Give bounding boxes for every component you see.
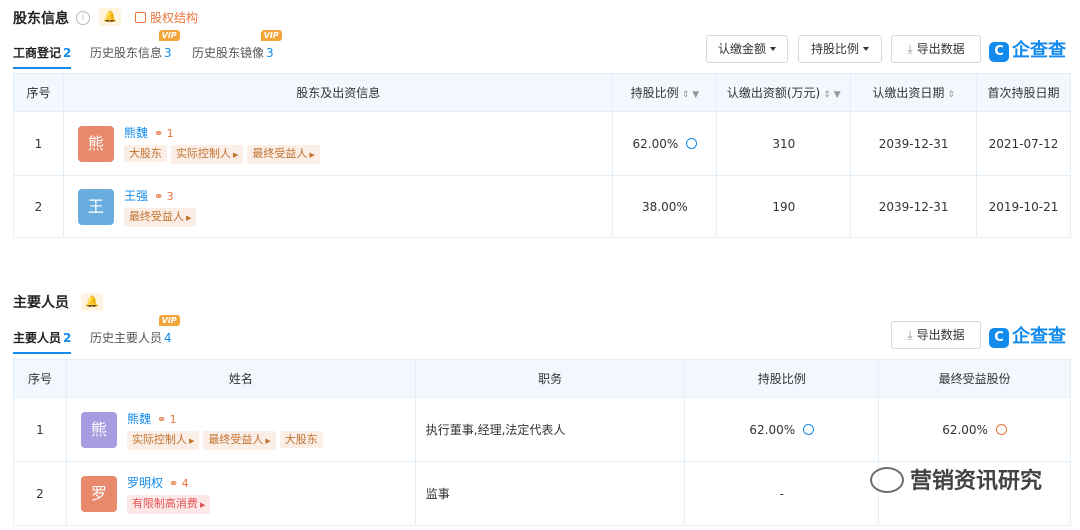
shareholders-title: 股东信息 [13, 11, 69, 27]
col-ratio: 持股比例 [684, 359, 880, 398]
vip-badge: VIP [158, 30, 180, 41]
tag-beneficiary[interactable]: 最终受益人 ▶ [203, 430, 276, 450]
col-benefit: 最终受益股份 [878, 359, 1071, 398]
tab-history-shareholder-mirror[interactable]: 历史股东镜像 3 VIP [192, 30, 282, 61]
person-name-link[interactable]: 罗明权 [127, 476, 163, 490]
relation-count[interactable]: ⚭ 1 [157, 413, 177, 426]
col-index: 序号 [13, 359, 67, 398]
shareholder-name-link[interactable]: 熊魏 [124, 126, 148, 140]
bell-icon[interactable]: 🔔 [81, 293, 103, 311]
info-icon[interactable]: i [76, 11, 90, 25]
tab-business-registration[interactable]: 工商登记 2 [13, 44, 72, 69]
download-icon: ⤓ [907, 328, 913, 342]
personnel-table: 序号 姓名 职务 持股比例 最终受益股份 1 熊 熊魏 ⚭ 1 实际控制人 ▶ 最终受… [13, 359, 1071, 526]
avatar: 罗 [80, 475, 117, 512]
chevron-down-icon [770, 47, 776, 51]
benefit-icon[interactable] [995, 423, 1007, 435]
col-ratio[interactable]: 持股比例 ⇕ ▼ [612, 73, 718, 112]
pie-chart-icon[interactable] [686, 137, 698, 149]
personnel-title: 主要人员 [13, 295, 69, 311]
logo-icon: C [989, 42, 1009, 62]
qichacha-logo: C 企查查 [989, 36, 1066, 62]
tag-major-shareholder: 大股东 [123, 144, 167, 162]
table-row: 1 熊 熊魏 ⚭ 1 大股东 实际控制人 ▶ 最终受益人 ▶ 62.00% 310 203… [13, 111, 1071, 176]
pie-chart-icon[interactable] [803, 423, 815, 435]
col-subscribe-date[interactable]: 认缴出资日期 ⇕ [850, 73, 978, 112]
bell-icon[interactable]: 🔔 [99, 8, 121, 26]
avatar: 熊 [80, 411, 117, 448]
avatar: 熊 [77, 125, 114, 162]
wechat-icon [869, 467, 904, 493]
shareholders-table: 序号 股东及出资信息 持股比例 ⇕ ▼ 认缴出资额(万元) ⇕ ▼ 认缴出资日期 ⇕ 首次… [13, 73, 1071, 238]
person-name-link[interactable]: 熊魏 [127, 412, 151, 426]
shareholder-name-link[interactable]: 王强 [124, 189, 148, 203]
watermark: 营销资讯研究 [869, 463, 1042, 495]
export-data-button[interactable]: ⤓ 导出数据 [891, 35, 981, 63]
equity-structure-link[interactable]: 股权结构 [135, 9, 198, 26]
sort-icon: ⇕ [681, 90, 690, 100]
col-index: 序号 [13, 73, 64, 112]
chevron-down-icon [863, 47, 869, 51]
logo-icon: C [989, 328, 1009, 348]
ratio-sort-button[interactable]: 持股比例 [798, 35, 882, 63]
relation-count[interactable]: ⚭ 3 [154, 190, 174, 203]
vip-badge: VIP [260, 30, 282, 41]
tab-history-personnel[interactable]: 历史主要人员 4 VIP [90, 315, 180, 346]
col-name: 姓名 [65, 359, 416, 398]
avatar: 王 [77, 188, 114, 225]
col-first-date: 首次持股日期 [976, 73, 1071, 112]
tab-main-personnel[interactable]: 主要人员 2 [13, 329, 72, 354]
filter-icon: ▼ [692, 90, 700, 100]
download-icon: ⤓ [907, 42, 913, 56]
tag-beneficiary[interactable]: 最终受益人 ▶ [247, 144, 320, 164]
sort-icon: ⇕ [823, 90, 831, 100]
qichacha-logo: C 企查查 [989, 322, 1066, 348]
amount-sort-button[interactable]: 认缴金额 [706, 35, 788, 63]
col-amount[interactable]: 认缴出资额(万元) ⇕ ▼ [716, 73, 852, 112]
tag-beneficiary[interactable]: 最终受益人 ▶ [123, 207, 197, 227]
structure-icon [135, 12, 146, 23]
vip-badge: VIP [158, 315, 180, 326]
table-row: 1 熊 熊魏 ⚭ 1 实际控制人 ▶ 最终受益人 ▶ 大股东 执行董事,经理,法定代表人 … [13, 397, 1071, 462]
table-row: 2 王 王强 ⚭ 3 最终受益人 ▶ 38.00% 190 2039-12-31 2… [13, 175, 1071, 238]
sort-icon: ⇕ [947, 90, 955, 100]
export-data-button[interactable]: ⤓ 导出数据 [891, 321, 981, 349]
filter-icon: ▼ [833, 90, 841, 100]
tab-history-shareholders[interactable]: 历史股东信息 3 VIP [90, 30, 180, 61]
tag-actual-controller[interactable]: 实际控制人 ▶ [126, 430, 200, 450]
col-position: 职务 [414, 359, 686, 398]
tag-major-shareholder: 大股东 [279, 430, 323, 448]
col-shareholder: 股东及出资信息 [62, 73, 614, 112]
tag-actual-controller[interactable]: 实际控制人 ▶ [170, 144, 244, 164]
relation-count[interactable]: ⚭ 4 [169, 477, 189, 490]
tag-consumption-restriction[interactable]: 有限制高消费 ▶ [126, 494, 211, 514]
relation-count[interactable]: ⚭ 1 [154, 127, 174, 140]
